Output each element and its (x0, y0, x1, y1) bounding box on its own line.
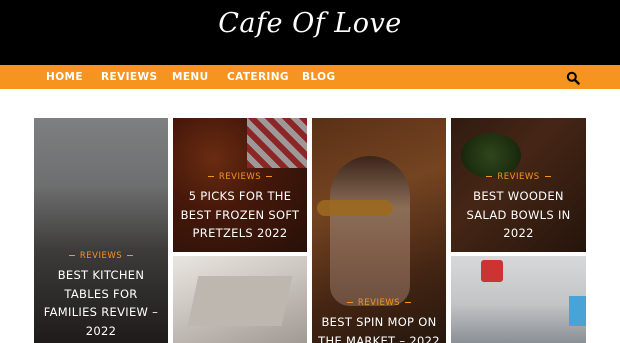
post-card-ceiling[interactable] (173, 256, 307, 343)
nav-reviews[interactable]: REVIEWS (101, 65, 157, 89)
search-icon[interactable] (566, 70, 580, 85)
post-category[interactable]: REVIEWS (312, 298, 446, 308)
post-card-spin-mop[interactable]: REVIEWS BEST SPIN MOP ON THE MARKET – 20… (312, 118, 446, 343)
bucket-image (569, 296, 586, 326)
post-caption: REVIEWS BEST KITCHEN TABLES FOR FAMILIES… (34, 251, 168, 340)
post-card-wooden-salad-bowls[interactable]: REVIEWS BEST WOODEN SALAD BOWLS IN 2022 (451, 118, 586, 252)
post-category[interactable]: REVIEWS (34, 251, 168, 261)
nav-home[interactable]: HOME (46, 65, 83, 89)
post-title[interactable]: BEST SPIN MOP ON THE MARKET – 2022 (312, 313, 446, 343)
post-card-frozen-pretzels[interactable]: REVIEWS 5 PICKS FOR THE BEST FROZEN SOFT… (173, 118, 307, 252)
post-card-laundry[interactable] (451, 256, 586, 343)
ceiling-image (187, 276, 293, 326)
mop-image (481, 260, 503, 282)
post-title[interactable]: BEST WOODEN SALAD BOWLS IN 2022 (451, 187, 586, 243)
main-navigation: HOME REVIEWS MENU CATERING BLOG (0, 65, 620, 89)
nav-menu[interactable]: MENU (172, 65, 209, 89)
post-category[interactable]: REVIEWS (451, 172, 586, 182)
post-caption: REVIEWS BEST SPIN MOP ON THE MARKET – 20… (312, 298, 446, 343)
nav-catering[interactable]: CATERING (227, 65, 289, 89)
site-logo[interactable]: Cafe Of Love (0, 8, 620, 39)
post-card-kitchen-tables[interactable]: REVIEWS BEST KITCHEN TABLES FOR FAMILIES… (34, 118, 168, 343)
nav-blog[interactable]: BLOG (302, 65, 335, 89)
post-title[interactable]: BEST KITCHEN TABLES FOR FAMILIES REVIEW … (34, 266, 168, 340)
post-caption: REVIEWS 5 PICKS FOR THE BEST FROZEN SOFT… (173, 172, 307, 243)
post-title[interactable]: 5 PICKS FOR THE BEST FROZEN SOFT PRETZEL… (173, 187, 307, 243)
post-caption: REVIEWS BEST WOODEN SALAD BOWLS IN 2022 (451, 172, 586, 243)
post-category[interactable]: REVIEWS (173, 172, 307, 182)
site-header: Cafe Of Love (0, 0, 620, 65)
